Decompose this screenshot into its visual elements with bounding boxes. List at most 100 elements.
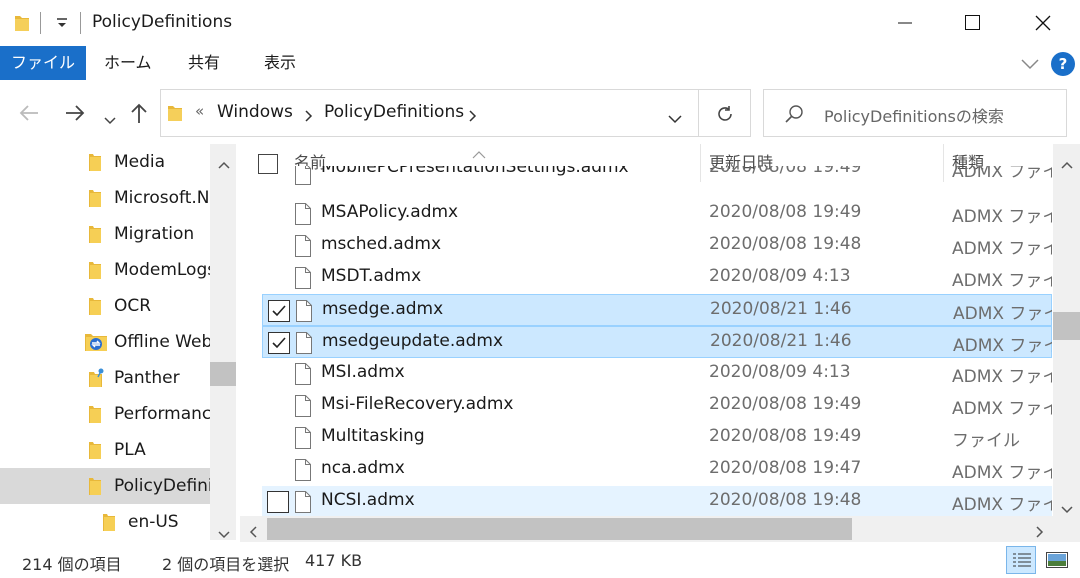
tree-item-microsoft-net[interactable]: Microsoft.NET (0, 180, 210, 216)
folder-icon (102, 512, 116, 532)
forward-icon[interactable] (64, 104, 86, 126)
file-type: ADMX ファイル (952, 367, 1052, 387)
file-name: Msi-FileRecovery.admx (321, 394, 514, 414)
folder-icon (88, 476, 102, 496)
file-row[interactable]: NCSI.admx 2020/08/08 19:48 ADMX ファイル (262, 486, 1052, 516)
search-box[interactable]: PolicyDefinitionsの検索 (763, 89, 1067, 137)
tree-item-label: Panther (114, 368, 180, 388)
file-row[interactable]: msedge.admx 2020/08/21 1:46 ADMX ファイル (262, 294, 1052, 326)
tab-view[interactable]: 表示 (264, 46, 296, 80)
file-name: Multitasking (321, 426, 425, 446)
file-date: 2020/08/08 19:48 (709, 234, 862, 254)
horizontal-scrollbar[interactable] (240, 516, 1053, 542)
search-icon (784, 104, 804, 128)
scroll-up-icon[interactable] (1061, 154, 1073, 173)
ribbon-expand-icon[interactable] (1020, 56, 1040, 75)
nav-pane-scrollbar[interactable] (210, 144, 236, 540)
tree-item-label: Offline Web Pages (114, 332, 210, 352)
details-view-icon (1013, 552, 1031, 572)
file-name: MSAPolicy.admx (321, 202, 459, 222)
scroll-thumb[interactable] (267, 518, 852, 540)
tree-item-en-us[interactable]: en-US (0, 504, 210, 540)
tab-file[interactable]: ファイル (0, 46, 86, 80)
file-row[interactable]: MSI.admx 2020/08/09 4:13 ADMX ファイル (262, 358, 1052, 390)
file-icon (294, 458, 312, 482)
large-icons-view-button[interactable] (1042, 546, 1072, 574)
address-dropdown-icon[interactable] (668, 109, 682, 128)
breadcrumb-windows[interactable]: Windows (217, 102, 293, 122)
file-row[interactable]: MSAPolicy.admx 2020/08/08 19:49 ADMX ファイル (262, 198, 1052, 230)
file-name: msedge.admx (322, 299, 444, 319)
scroll-right-icon[interactable] (1036, 523, 1044, 542)
back-icon[interactable] (18, 104, 40, 126)
file-row[interactable]: msedgeupdate.admx 2020/08/21 1:46 ADMX ファイ… (262, 326, 1052, 358)
file-date: 2020/08/08 19:49 (709, 426, 862, 446)
tree-item-panther[interactable]: Panther (0, 360, 210, 396)
tree-item-modemlogs[interactable]: ModemLogs (0, 252, 210, 288)
folder-icon (88, 152, 102, 172)
tab-share[interactable]: 共有 (188, 46, 220, 80)
up-icon[interactable] (130, 102, 148, 128)
row-checkbox[interactable] (268, 300, 290, 322)
help-icon[interactable]: ? (1051, 52, 1075, 76)
panther-folder-icon (88, 368, 106, 388)
file-type: ADMX ファイル (952, 239, 1052, 259)
file-date: 2020/08/08 19:47 (709, 458, 862, 478)
file-icon (294, 426, 312, 450)
file-list: 名前 更新日時 種類 MobilePCPresentationSettings.… (240, 144, 1052, 516)
tree-item-policydefinitions[interactable]: PolicyDefinitions (0, 468, 210, 504)
chevron-right-icon[interactable] (469, 107, 477, 126)
quick-access-dropdown-icon[interactable] (56, 14, 68, 33)
file-row[interactable]: Msi-FileRecovery.admx 2020/08/08 19:49 ADM… (262, 390, 1052, 422)
ribbon-tabs: ファイル ホーム 共有 表示 ? (0, 46, 1080, 82)
tab-home[interactable]: ホーム (104, 46, 152, 80)
scroll-thumb[interactable] (210, 362, 236, 386)
folder-icon (88, 440, 102, 460)
scroll-up-icon[interactable] (218, 154, 230, 173)
file-icon (295, 299, 313, 323)
minimize-button[interactable] (870, 0, 940, 46)
file-name: msched.admx (321, 234, 442, 254)
tree-item-ocr[interactable]: OCR (0, 288, 210, 324)
folder-icon (88, 224, 102, 244)
status-bar: 214 個の項目 2 個の項目を選択 417 KB (0, 542, 1080, 578)
scroll-left-icon[interactable] (249, 523, 257, 542)
file-icon (294, 266, 312, 290)
details-view-button[interactable] (1006, 546, 1036, 574)
scroll-thumb[interactable] (1053, 312, 1080, 340)
file-type: ADMX ファイル (952, 166, 1052, 182)
address-bar[interactable]: « Windows PolicyDefinitions (160, 89, 699, 137)
scroll-down-icon[interactable] (218, 524, 230, 543)
divider (40, 12, 41, 34)
tree-item-performance[interactable]: Performance (0, 396, 210, 432)
tree-item-pla[interactable]: PLA (0, 432, 210, 468)
tree-item-migration[interactable]: Migration (0, 216, 210, 252)
file-name: MSI.admx (321, 362, 405, 382)
file-row[interactable]: nca.admx 2020/08/08 19:47 ADMX ファイル (262, 454, 1052, 486)
scroll-corner (1053, 516, 1080, 542)
tree-item-media[interactable]: Media (0, 144, 210, 180)
tree-item-label: ModemLogs (114, 260, 210, 280)
file-date: 2020/08/08 19:48 (709, 490, 862, 510)
title-bar: PolicyDefinitions (0, 0, 1080, 46)
file-list-scrollbar[interactable] (1053, 144, 1080, 516)
file-row[interactable]: MSDT.admx 2020/08/09 4:13 ADMX ファイル (262, 262, 1052, 294)
file-row[interactable]: Multitasking 2020/08/08 19:49 ファイル (262, 422, 1052, 454)
row-checkbox[interactable] (267, 491, 289, 513)
breadcrumb-policydefinitions[interactable]: PolicyDefinitions (324, 102, 464, 122)
folder-icon (88, 260, 102, 280)
file-icon (294, 166, 312, 186)
file-row[interactable]: MobilePCPresentationSettings.admx 2020/08… (262, 166, 1052, 190)
file-row[interactable]: msched.admx 2020/08/08 19:48 ADMX ファイル (262, 230, 1052, 262)
recent-locations-icon[interactable] (104, 110, 116, 129)
breadcrumb-overflow[interactable]: « (195, 102, 204, 120)
folder-icon (88, 188, 102, 208)
chevron-right-icon[interactable] (305, 107, 313, 126)
row-checkbox[interactable] (268, 332, 290, 354)
tree-item-offline-web-pages[interactable]: Offline Web Pages (0, 324, 210, 360)
file-type: ファイル (952, 431, 1020, 451)
refresh-button[interactable] (699, 89, 751, 137)
close-button[interactable] (1008, 0, 1078, 46)
maximize-button[interactable] (938, 0, 1008, 46)
file-date: 2020/08/08 19:49 (709, 202, 862, 222)
